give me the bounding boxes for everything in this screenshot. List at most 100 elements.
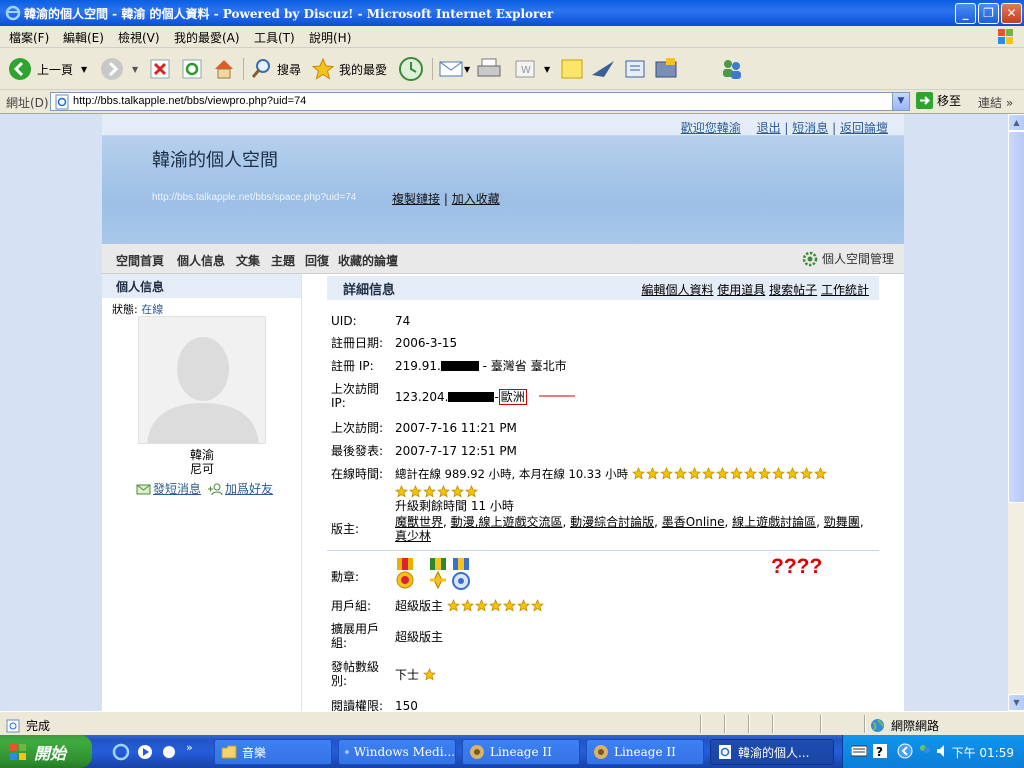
tab-articles[interactable]: 文集 — [236, 252, 260, 269]
forum-link-anime-online[interactable]: 動漫,線上遊戲交流區 — [451, 515, 563, 529]
message-icon — [136, 484, 151, 494]
forum-link-online-games[interactable]: 線上遊戲討論區 — [732, 515, 816, 529]
msn-icon[interactable] — [917, 743, 933, 759]
tab-replies[interactable]: 回復 — [305, 252, 329, 269]
system-tray: ? 下午 01:59 — [842, 735, 1024, 768]
menu-view[interactable]: 檢視(V) — [118, 29, 160, 46]
discuss-button[interactable] — [560, 55, 584, 83]
task-music[interactable]: 音樂 — [214, 739, 332, 765]
status-text: 完成 — [26, 719, 51, 733]
keyboard-icon[interactable] — [851, 745, 867, 757]
scroll-up-icon[interactable]: ▲ — [1008, 114, 1024, 131]
tab-profile[interactable]: 個人信息 — [177, 252, 225, 269]
forum-link-anime[interactable]: 動漫綜合討論版 — [570, 515, 654, 529]
gear-icon — [802, 251, 818, 266]
edit-button[interactable]: W ▼ — [512, 55, 550, 83]
go-button[interactable]: 移至 — [916, 92, 961, 109]
home-button[interactable] — [212, 55, 236, 83]
star-icon — [715, 467, 729, 480]
star-icon — [645, 467, 659, 480]
back-button[interactable]: 上一頁 ▼ — [8, 55, 87, 83]
post-level-value: 下士 — [395, 668, 436, 682]
windows-logo-icon — [998, 29, 1013, 44]
quicklaunch-ie2-icon[interactable] — [160, 743, 178, 761]
print-button[interactable] — [476, 55, 502, 83]
mail-button[interactable]: ▼ — [438, 55, 470, 83]
address-dropdown-icon[interactable]: ▼ — [892, 93, 909, 110]
tab-fav-forums[interactable]: 收藏的論壇 — [338, 252, 398, 269]
vertical-scrollbar[interactable]: ▲ ▼ — [1007, 114, 1024, 711]
usergroup-value: 超級版主 — [395, 599, 544, 613]
close-button[interactable]: ✕ — [1001, 3, 1022, 24]
forum-link-audition[interactable]: 勁舞團 — [824, 515, 860, 529]
quicklaunch-more-icon[interactable]: » — [186, 741, 193, 754]
task-lineage-2[interactable]: Lineage II — [586, 739, 704, 765]
section-divider — [327, 550, 879, 551]
tab-topics[interactable]: 主題 — [271, 252, 295, 269]
use-items-link[interactable]: 使用道具 — [717, 283, 765, 297]
edit-profile-link[interactable]: 編輯個人資料 — [641, 283, 713, 297]
messenger-button[interactable] — [590, 55, 616, 83]
messenger-people-button[interactable] — [718, 55, 746, 83]
logout-link[interactable]: 退出 — [757, 121, 781, 135]
menu-tools[interactable]: 工具(T) — [254, 29, 295, 46]
menu-help[interactable]: 說明(H) — [309, 29, 351, 46]
forward-dropdown-icon[interactable]: ▼ — [132, 65, 138, 74]
back-forum-link[interactable]: 返回論壇 — [840, 121, 888, 135]
star-icon — [757, 467, 771, 480]
links-toolbar[interactable]: 連結 » — [978, 94, 1013, 111]
film-icon — [655, 58, 677, 78]
default-avatar-icon — [147, 337, 259, 443]
media-button[interactable] — [653, 55, 679, 83]
work-stats-link[interactable]: 工作統計 — [821, 283, 869, 297]
menu-edit[interactable]: 編輯(E) — [63, 29, 104, 46]
scroll-thumb[interactable] — [1008, 131, 1024, 503]
favorites-button[interactable]: 我的最愛 — [311, 55, 387, 83]
forum-link-wow[interactable]: 魔獸世界 — [395, 515, 443, 529]
messages-link[interactable]: 短消息 — [792, 121, 828, 135]
online-time-value: 總計在線 989.92 小時, 本月在線 10.33 小時 — [395, 467, 827, 481]
copy-link[interactable]: 複製鏈接 — [392, 192, 440, 206]
welcome-link[interactable]: 歡迎您韓渝 — [681, 121, 741, 135]
start-button[interactable]: 開始 — [0, 735, 92, 768]
edit-dropdown-icon[interactable]: ▼ — [544, 65, 550, 74]
quicklaunch-media-icon[interactable] — [136, 743, 154, 761]
research-button[interactable] — [622, 55, 648, 83]
forum-link-shaolin[interactable]: 真少林 — [395, 529, 431, 543]
annotation-question-marks: ???? — [771, 555, 823, 578]
minimize-button[interactable]: _ — [955, 3, 976, 24]
task-media-player[interactable]: Windows Medi... — [338, 739, 456, 765]
task-lineage-1[interactable]: Lineage II — [462, 739, 580, 765]
add-friend-link[interactable]: 加爲好友 — [225, 480, 273, 497]
help-icon[interactable]: ? — [873, 744, 887, 758]
send-message-link[interactable]: 發短消息 — [153, 480, 201, 497]
history-button[interactable] — [398, 55, 424, 83]
print-icon — [477, 58, 501, 77]
annotation-line — [539, 395, 575, 397]
add-favorite-link[interactable]: 加入收藏 — [452, 192, 500, 206]
volume-icon[interactable] — [935, 743, 951, 759]
task-browser[interactable]: 韓渝的個人... — [710, 739, 834, 765]
space-nav: 空間首頁 個人信息 文集 主題 回復 收藏的論壇 個人空間管理 — [102, 244, 904, 274]
quicklaunch-ie-icon[interactable] — [112, 743, 130, 761]
research-icon — [625, 60, 645, 78]
taskbar: 開始 » 音樂 Windows Medi... Lineage II Linea… — [0, 735, 1024, 768]
forward-button[interactable]: ▼ — [100, 55, 138, 83]
menu-file[interactable]: 檔案(F) — [9, 29, 49, 46]
space-manage-button[interactable]: 個人空間管理 — [802, 250, 894, 267]
medals-label: 勳章: — [331, 570, 360, 584]
refresh-button[interactable] — [181, 55, 203, 83]
search-posts-link[interactable]: 搜索帖子 — [769, 283, 817, 297]
scroll-down-icon[interactable]: ▼ — [1008, 694, 1024, 711]
back-dropdown-icon[interactable]: ▼ — [81, 65, 87, 74]
tab-space-home[interactable]: 空間首頁 — [116, 252, 164, 269]
tray-collapse-icon[interactable] — [897, 743, 913, 759]
forum-link-moxiang[interactable]: 墨香Online — [662, 515, 725, 529]
search-button[interactable]: 搜尋 — [249, 55, 301, 83]
menu-favorites[interactable]: 我的最愛(A) — [174, 29, 240, 46]
address-input[interactable]: http://bbs.talkapple.net/bbs/viewpro.php… — [50, 92, 910, 111]
restore-button[interactable]: ❐ — [978, 3, 999, 24]
menu-bar: 檔案(F) 編輯(E) 檢視(V) 我的最愛(A) 工具(T) 說明(H) — [0, 26, 1024, 48]
stop-button[interactable] — [149, 55, 171, 83]
mail-dropdown-icon[interactable]: ▼ — [464, 65, 470, 74]
